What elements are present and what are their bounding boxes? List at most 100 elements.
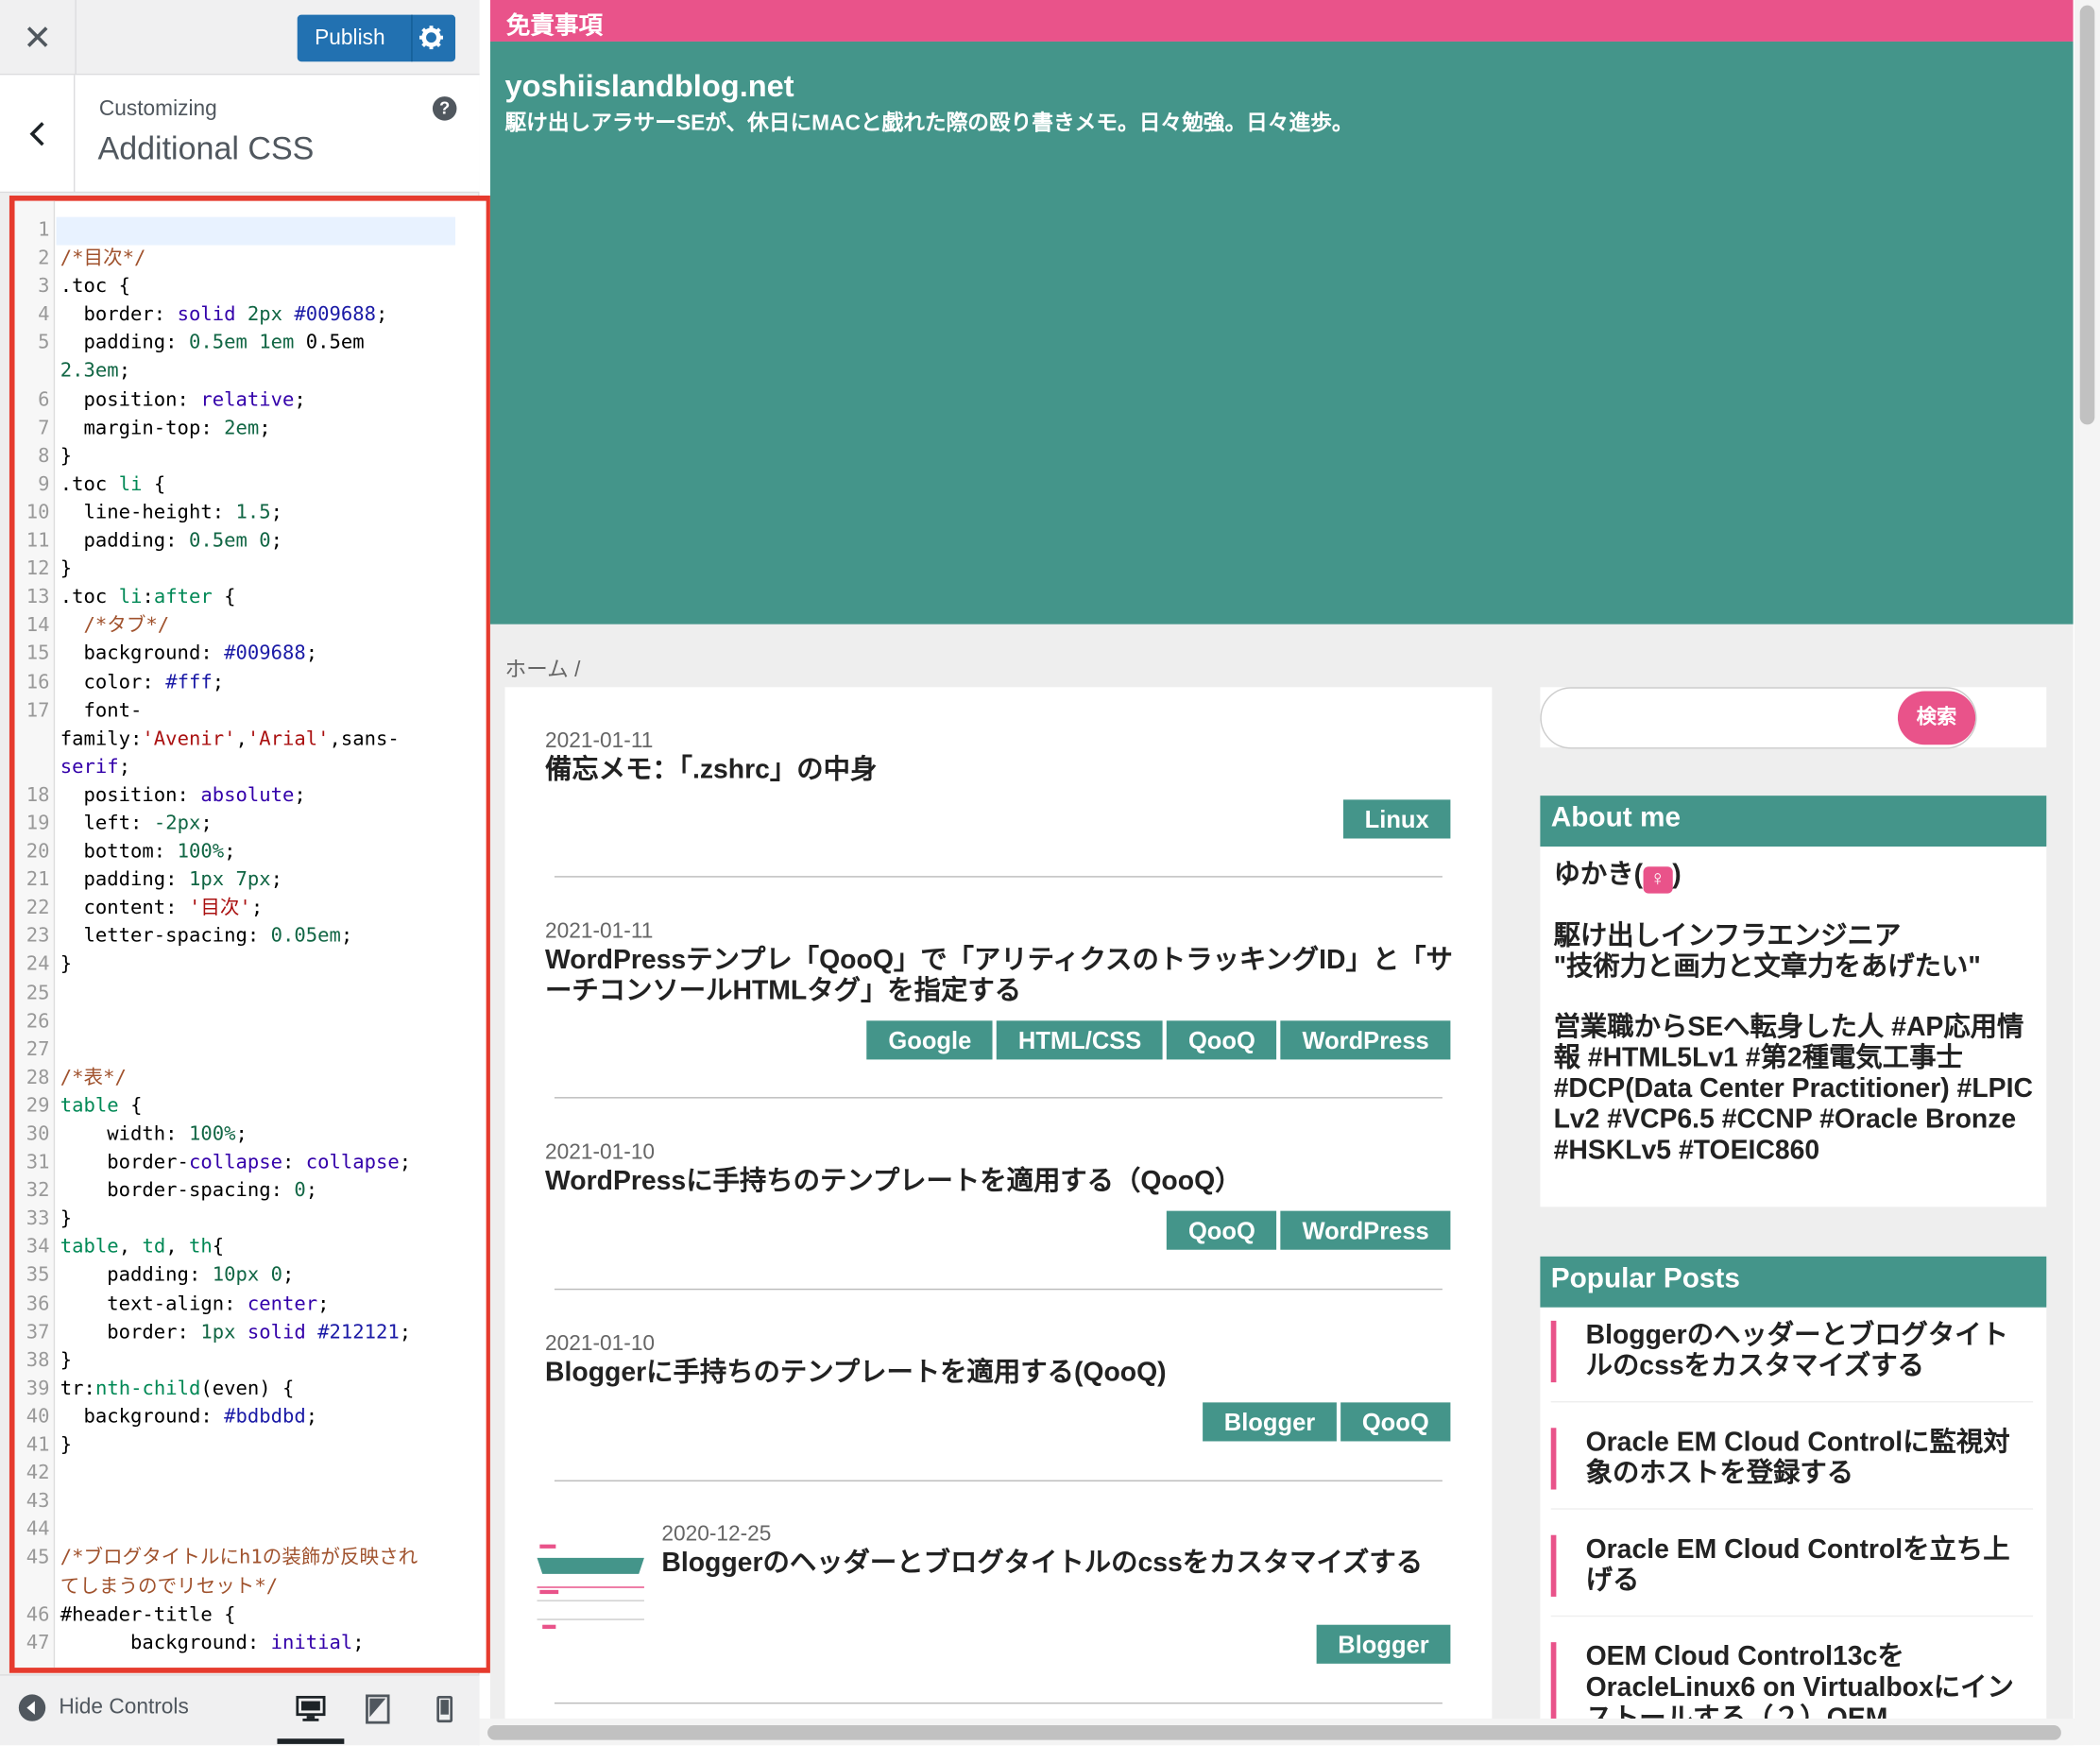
line-text: border: solid 2px #009688; [60, 304, 388, 326]
line-number: 11 [26, 530, 50, 553]
desktop-preview-icon[interactable] [291, 1689, 332, 1730]
code-line[interactable]: てしまうのでリセット*/ [15, 1573, 418, 1601]
line-number: 19 [26, 813, 50, 835]
code-line[interactable]: 15 background: #009688; [15, 641, 418, 669]
code-line[interactable]: 35 padding: 10px 0; [15, 1262, 418, 1291]
code-line[interactable]: 10 line-height: 1.5; [15, 500, 418, 528]
code-line[interactable]: 24} [15, 951, 418, 980]
tag-link[interactable]: Blogger [1316, 1624, 1451, 1664]
breadcrumb[interactable]: ホーム / [504, 651, 580, 683]
tablet-preview-icon[interactable] [358, 1689, 399, 1730]
code-line[interactable]: 34 table, td, th{ [15, 1234, 418, 1262]
post-title[interactable]: 備忘メモ：「.zshrc」の中身 [545, 756, 1456, 787]
line-number: 42 [26, 1463, 50, 1485]
tag-link[interactable]: QooQ [1340, 1402, 1451, 1442]
code-line[interactable]: 41} [15, 1432, 418, 1461]
code-line[interactable]: 22 content: '目次'; [15, 895, 418, 923]
scrollbar-thumb[interactable] [2079, 5, 2095, 425]
code-line[interactable]: 46 #header-title { [15, 1601, 418, 1630]
code-line[interactable]: 27 [15, 1036, 418, 1065]
site-title[interactable]: yoshiislandblog.net [504, 68, 794, 104]
code-line[interactable]: 45 /*ブログタイトルにh1の装飾が反映され [15, 1545, 418, 1573]
back-button[interactable] [0, 75, 76, 194]
tag-link[interactable]: HTML/CSS [997, 1020, 1164, 1060]
code-line[interactable]: 28 /*表*/ [15, 1065, 418, 1093]
code-line[interactable]: 32 border-spacing: 0; [15, 1177, 418, 1206]
code-line[interactable]: 3 .toc { [15, 273, 418, 301]
code-line[interactable]: 19 left: -2px; [15, 811, 418, 839]
line-number: 47 [26, 1632, 50, 1654]
code-line[interactable]: 42 [15, 1461, 418, 1489]
code-line[interactable]: 25 [15, 980, 418, 1008]
code-line[interactable]: family:'Avenir','Arial',sans- [15, 726, 418, 754]
mobile-preview-icon[interactable] [424, 1689, 465, 1730]
code-line[interactable]: 8} [15, 443, 418, 471]
publish-button[interactable]: Publish [297, 14, 456, 62]
code-line[interactable]: 18 position: absolute; [15, 782, 418, 811]
post-thumbnail[interactable] [531, 1541, 650, 1634]
post-item[interactable]: 2021-01-11 備忘メモ：「.zshrc」の中身 [545, 730, 1456, 787]
tag-link[interactable]: QooQ [1167, 1020, 1277, 1060]
code-line[interactable]: 39 tr:nth-child(even) { [15, 1376, 418, 1404]
code-line[interactable]: 36 text-align: center; [15, 1291, 418, 1319]
code-content[interactable]: 1 2/*目次*/3 .toc {4 border: solid 2px #0096… [15, 217, 418, 1658]
code-line[interactable]: 12} [15, 556, 418, 585]
popular-post-link[interactable]: Oracle EM Cloud Controlを立ち上げる [1550, 1534, 2033, 1597]
post-title[interactable]: Bloggerのヘッダーとブログタイトルのcssをカスタマイズする [661, 1549, 1451, 1580]
code-line[interactable]: 4 border: solid 2px #009688; [15, 301, 418, 330]
code-line[interactable]: 23 letter-spacing: 0.05em; [15, 923, 418, 951]
horizontal-scrollbar[interactable] [479, 1718, 2075, 1746]
code-line[interactable]: 2 /*目次*/ [15, 246, 418, 274]
code-line[interactable]: 13 .toc li:after { [15, 584, 418, 612]
code-line[interactable]: 44 [15, 1516, 418, 1545]
code-line[interactable]: 2.3em; [15, 358, 418, 386]
code-line[interactable]: 40 background: #bdbdbd; [15, 1404, 418, 1432]
tag-link[interactable]: Google [866, 1020, 993, 1060]
tag-link[interactable]: Blogger [1203, 1402, 1337, 1442]
code-line[interactable]: 20 bottom: 100%; [15, 839, 418, 867]
post-item[interactable]: 2021-01-10 WordPressに手持ちのテンプレートを適用する（Qoo… [545, 1141, 1456, 1198]
code-line[interactable]: 33} [15, 1206, 418, 1234]
code-line[interactable]: 38} [15, 1347, 418, 1376]
popular-post-link[interactable]: Bloggerのヘッダーとブログタイトルのcssをカスタマイズする [1550, 1320, 2033, 1383]
code-line[interactable]: serif; [15, 754, 418, 782]
code-line[interactable]: 16 color: #fff; [15, 669, 418, 697]
post-title[interactable]: Bloggerに手持ちのテンプレートを適用する(QooQ) [545, 1359, 1456, 1390]
post-item[interactable]: 2021-01-11 WordPressテンプレ「QooQ」で「アリティクスのト… [545, 920, 1456, 1007]
customizer-header: ✕ Publish [0, 0, 480, 76]
code-line[interactable]: 21 padding: 1px 7px; [15, 866, 418, 895]
code-line[interactable]: 17 font- [15, 697, 418, 726]
gear-icon[interactable] [417, 23, 446, 52]
code-line[interactable]: 9 .toc li { [15, 471, 418, 500]
code-line[interactable]: 31 border-collapse: collapse; [15, 1150, 418, 1178]
help-icon[interactable]: ? [432, 96, 457, 121]
code-line[interactable]: 29 table { [15, 1093, 418, 1121]
code-line[interactable]: 30 width: 100%; [15, 1121, 418, 1150]
hide-controls-button[interactable]: Hide Controls [18, 1694, 189, 1721]
disclaimer-link[interactable]: 免責事項 [489, 0, 2074, 42]
tag-link[interactable]: WordPress [1280, 1020, 1451, 1060]
code-line[interactable]: 47 background: initial; [15, 1630, 418, 1658]
code-line[interactable]: 26 [15, 1008, 418, 1036]
vertical-scrollbar[interactable] [2074, 0, 2100, 1746]
code-line[interactable]: 11 padding: 0.5em 0; [15, 528, 418, 556]
tag-link[interactable]: QooQ [1167, 1210, 1277, 1250]
post-title[interactable]: WordPressテンプレ「QooQ」で「アリティクスのトラッキングID」と「サ… [545, 946, 1456, 1007]
code-line[interactable]: 37 border: 1px solid #212121; [15, 1319, 418, 1347]
code-line[interactable]: 14 /*タブ*/ [15, 612, 418, 641]
popular-post-link[interactable]: Oracle EM Cloud Controlに監視対象のホストを登録する [1550, 1428, 2033, 1490]
tag-link[interactable]: Linux [1342, 799, 1451, 839]
post-item[interactable]: 2020-12-25 Bloggerのヘッダーとブログタイトルのcssをカスタマ… [661, 1523, 1451, 1580]
scrollbar-thumb[interactable] [487, 1725, 2061, 1740]
code-line[interactable]: 7 margin-top: 2em; [15, 415, 418, 443]
code-line[interactable]: 1 [15, 217, 418, 246]
close-icon[interactable]: ✕ [0, 0, 77, 76]
css-editor[interactable]: 1 2/*目次*/3 .toc {4 border: solid 2px #0096… [9, 195, 492, 1673]
code-line[interactable]: 6 position: relative; [15, 386, 418, 415]
post-title[interactable]: WordPressに手持ちのテンプレートを適用する（QooQ） [545, 1167, 1456, 1198]
code-line[interactable]: 43 [15, 1488, 418, 1516]
search-button[interactable]: 検索 [1897, 691, 1976, 745]
post-item[interactable]: 2021-01-10 Bloggerに手持ちのテンプレートを適用する(QooQ) [545, 1333, 1456, 1390]
tag-link[interactable]: WordPress [1280, 1210, 1451, 1250]
code-line[interactable]: 5 padding: 0.5em 1em 0.5em [15, 330, 418, 358]
